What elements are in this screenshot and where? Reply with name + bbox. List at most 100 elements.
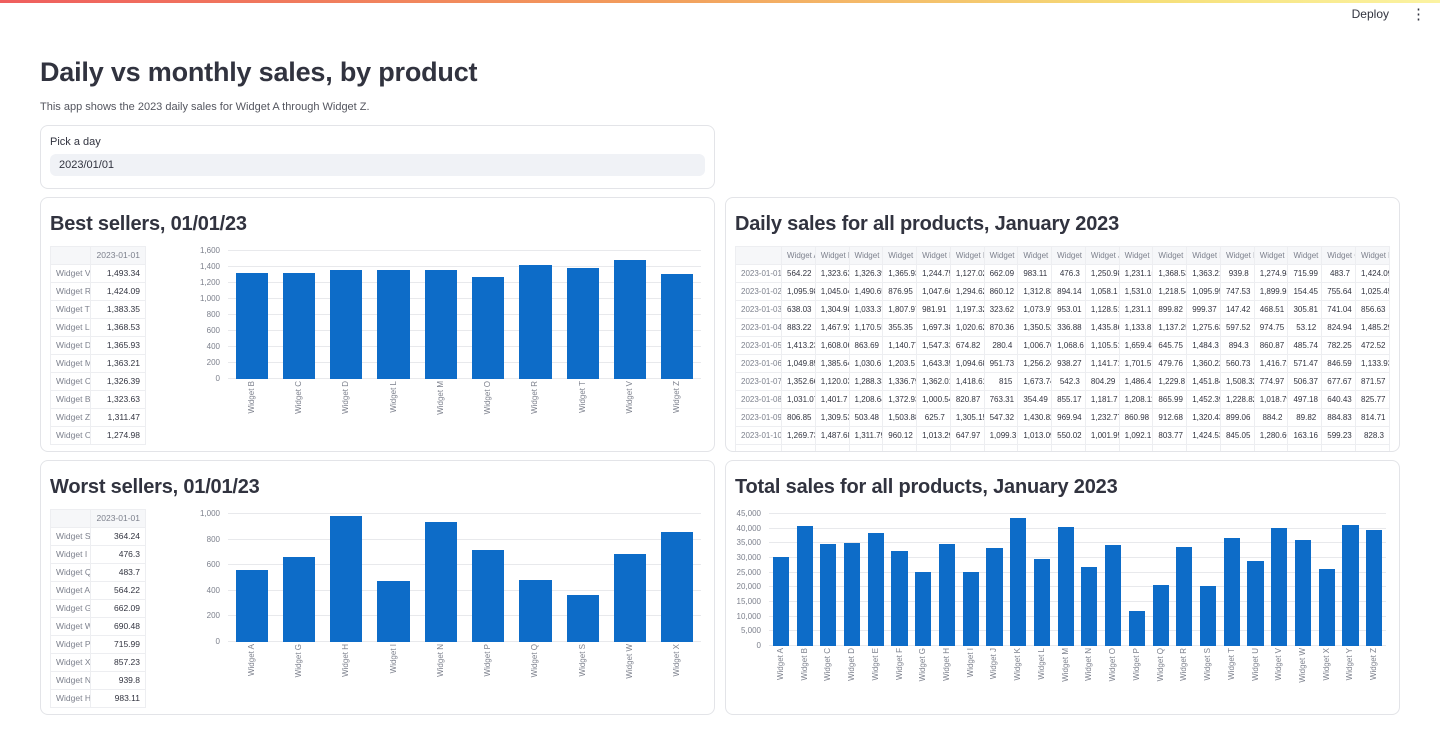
x-axis-labels: Widget BWidget CWidget DWidget LWidget M… (228, 381, 701, 431)
table-column-header: Widget E (917, 247, 951, 265)
table-column-header: Widget O (1254, 247, 1288, 265)
empty-cell (917, 445, 951, 453)
bar-group (228, 514, 701, 642)
value-cell: 1,311.79 (849, 427, 883, 445)
x-axis-tick-text: Widget Z (1370, 648, 1378, 680)
value-cell: 1,493.34 (91, 265, 146, 283)
row-date-cell: 2023-01-06 (736, 355, 782, 373)
bar-band (1220, 538, 1244, 646)
value-cell: 883.22 (782, 319, 816, 337)
bar (377, 581, 409, 642)
row-label-cell: Widget A (51, 582, 91, 600)
value-cell: 1,416.72 (1254, 355, 1288, 373)
y-axis-tick-label: 0 (735, 642, 761, 650)
x-axis-tick-text: Widget R (1180, 648, 1188, 681)
table-header-row: 2023-01-01 (51, 510, 146, 528)
table-row: Widget G662.09 (51, 600, 146, 618)
bar-band (370, 581, 417, 642)
value-cell: 1,047.66 (917, 283, 951, 301)
value-cell: 1,128.51 (1085, 301, 1119, 319)
x-axis-tick-label: Widget L (370, 381, 417, 431)
value-cell: 1,000.54 (917, 391, 951, 409)
value-cell: 871.57 (1356, 373, 1390, 391)
row-date-cell: 2023-01-09 (736, 409, 782, 427)
bar-group (769, 514, 1386, 646)
value-cell: 1,288.33 (849, 373, 883, 391)
chart-plot-area: 02004006008001,000 (228, 514, 701, 642)
table-row: Widget R1,424.09 (51, 283, 146, 301)
value-cell: 1,133.93 (1356, 355, 1390, 373)
x-axis-tick-text: Widget H (342, 644, 350, 677)
y-axis-tick-label: 10,000 (735, 613, 761, 621)
value-cell: 969.94 (1052, 409, 1086, 427)
bar-band (323, 270, 370, 379)
value-cell: 1,045.04 (815, 283, 849, 301)
bar-band (816, 544, 840, 646)
value-cell: 638.03 (782, 301, 816, 319)
deploy-button[interactable]: Deploy (1348, 5, 1393, 23)
row-label-cell: Widget R (51, 283, 91, 301)
worst-sellers-panel: Worst sellers, 01/01/23 2023-01-01Widget… (40, 460, 715, 715)
bar-band (1054, 527, 1078, 646)
table-column-header: Widget B (815, 247, 849, 265)
y-axis-tick-label: 5,000 (735, 627, 761, 635)
x-axis-tick-label: Widget M (417, 381, 464, 431)
row-label-cell: Widget L (51, 319, 91, 337)
bar (820, 544, 836, 646)
x-axis-tick-text: Widget Q (531, 644, 539, 677)
page-caption: This app shows the 2023 daily sales for … (40, 101, 1400, 113)
value-cell: 1,099.3 (984, 427, 1018, 445)
y-axis-tick-label: 45,000 (735, 510, 761, 518)
bar-band (1125, 611, 1149, 646)
row-label-cell: Widget V (51, 265, 91, 283)
table-body: Widget V1,493.34Widget R1,424.09Widget T… (51, 265, 146, 445)
value-cell: 1,203.5 (883, 355, 917, 373)
value-cell: 1,368.53 (1153, 265, 1187, 283)
row-label-cell: Widget X (51, 654, 91, 672)
value-cell: 1,095.95 (1187, 283, 1221, 301)
x-axis-tick-text: Widget J (990, 648, 998, 679)
value-cell: 564.22 (782, 265, 816, 283)
value-cell: 485.74 (1288, 337, 1322, 355)
value-cell: 825.77 (1356, 391, 1390, 409)
bar-band (864, 533, 888, 646)
value-cell: 1,020.62 (950, 319, 984, 337)
x-axis-tick-text: Widget M (437, 381, 445, 415)
row-date-cell: 2023-01-01 (736, 265, 782, 283)
value-cell: 1,673.74 (1018, 373, 1052, 391)
bar-band (228, 570, 275, 642)
value-cell: 1,401.7 (815, 391, 849, 409)
bar-band (1315, 569, 1339, 646)
date-input[interactable] (50, 154, 705, 176)
x-axis-tick-text: Widget S (579, 644, 587, 676)
bar (1010, 518, 1026, 646)
x-axis-tick-text: Widget R (531, 381, 539, 414)
bar (283, 273, 315, 379)
value-cell: 824.94 (1322, 319, 1356, 337)
value-cell: 1,127.02 (950, 265, 984, 283)
table-row: 2023-01-09806.851,309.53503.481,503.8862… (736, 409, 1390, 427)
bar (915, 572, 931, 646)
table-row: Widget Z1,311.47 (51, 409, 146, 427)
bar-band (417, 522, 464, 642)
kebab-menu-icon[interactable]: ⋮ (1407, 6, 1430, 23)
empty-cell (849, 445, 883, 453)
value-cell: 815 (984, 373, 1018, 391)
value-cell: 865.99 (1153, 391, 1187, 409)
date-picker-panel: Pick a day (40, 125, 715, 189)
value-cell: 938.27 (1052, 355, 1086, 373)
value-cell: 336.88 (1052, 319, 1086, 337)
total-sales-panel: Total sales for all products, January 20… (725, 460, 1400, 715)
value-cell: 468.51 (1254, 301, 1288, 319)
table-column-header: Widget N (1220, 247, 1254, 265)
row-date-cell: 2023-01-02 (736, 283, 782, 301)
empty-cell (736, 445, 782, 453)
value-cell: 1,274.98 (91, 427, 146, 445)
table-row: Widget H983.11 (51, 690, 146, 708)
bar (1129, 611, 1145, 646)
x-axis-tick-text: Widget A (248, 644, 256, 676)
table-column-header: Widget P (1288, 247, 1322, 265)
value-cell: 983.11 (1018, 265, 1052, 283)
bar (519, 580, 551, 642)
x-axis-tick-label: Widget A (769, 648, 793, 698)
